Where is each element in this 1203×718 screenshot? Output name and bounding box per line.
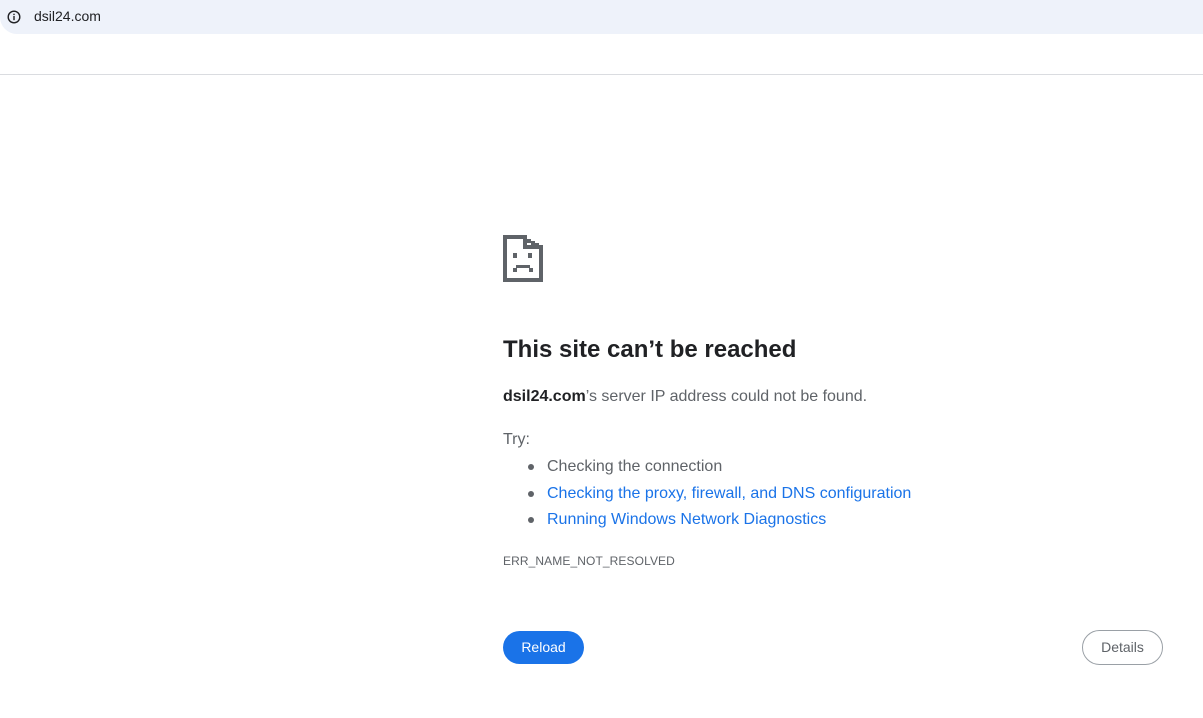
error-host: dsil24.com [503,388,586,405]
error-summary: dsil24.com’s server IP address could not… [503,387,867,407]
address-bar[interactable]: dsil24.com [0,0,1203,34]
sad-document-icon [503,235,543,282]
toolbar-strip [0,34,1203,75]
info-icon[interactable] [7,10,21,24]
error-heading: This site can’t be reached [503,336,797,363]
try-label: Try: [503,431,530,448]
error-summary-text: ’s server IP address could not be found. [585,388,868,405]
suggestion-list: Checking the connection Checking the pro… [503,454,911,534]
network-diagnostics-link[interactable]: Running Windows Network Diagnostics [547,511,826,528]
proxy-firewall-dns-link[interactable]: Checking the proxy, firewall, and DNS co… [547,485,911,502]
url-text[interactable]: dsil24.com [34,8,101,25]
suggestion-item-diagnostics: Running Windows Network Diagnostics [503,507,911,534]
error-code: ERR_NAME_NOT_RESOLVED [503,554,675,568]
suggestion-text: Checking the connection [547,458,723,475]
reload-button[interactable]: Reload [503,631,584,664]
suggestion-item-connection: Checking the connection [503,454,911,481]
suggestion-item-proxy: Checking the proxy, firewall, and DNS co… [503,481,911,508]
details-button[interactable]: Details [1082,630,1163,665]
